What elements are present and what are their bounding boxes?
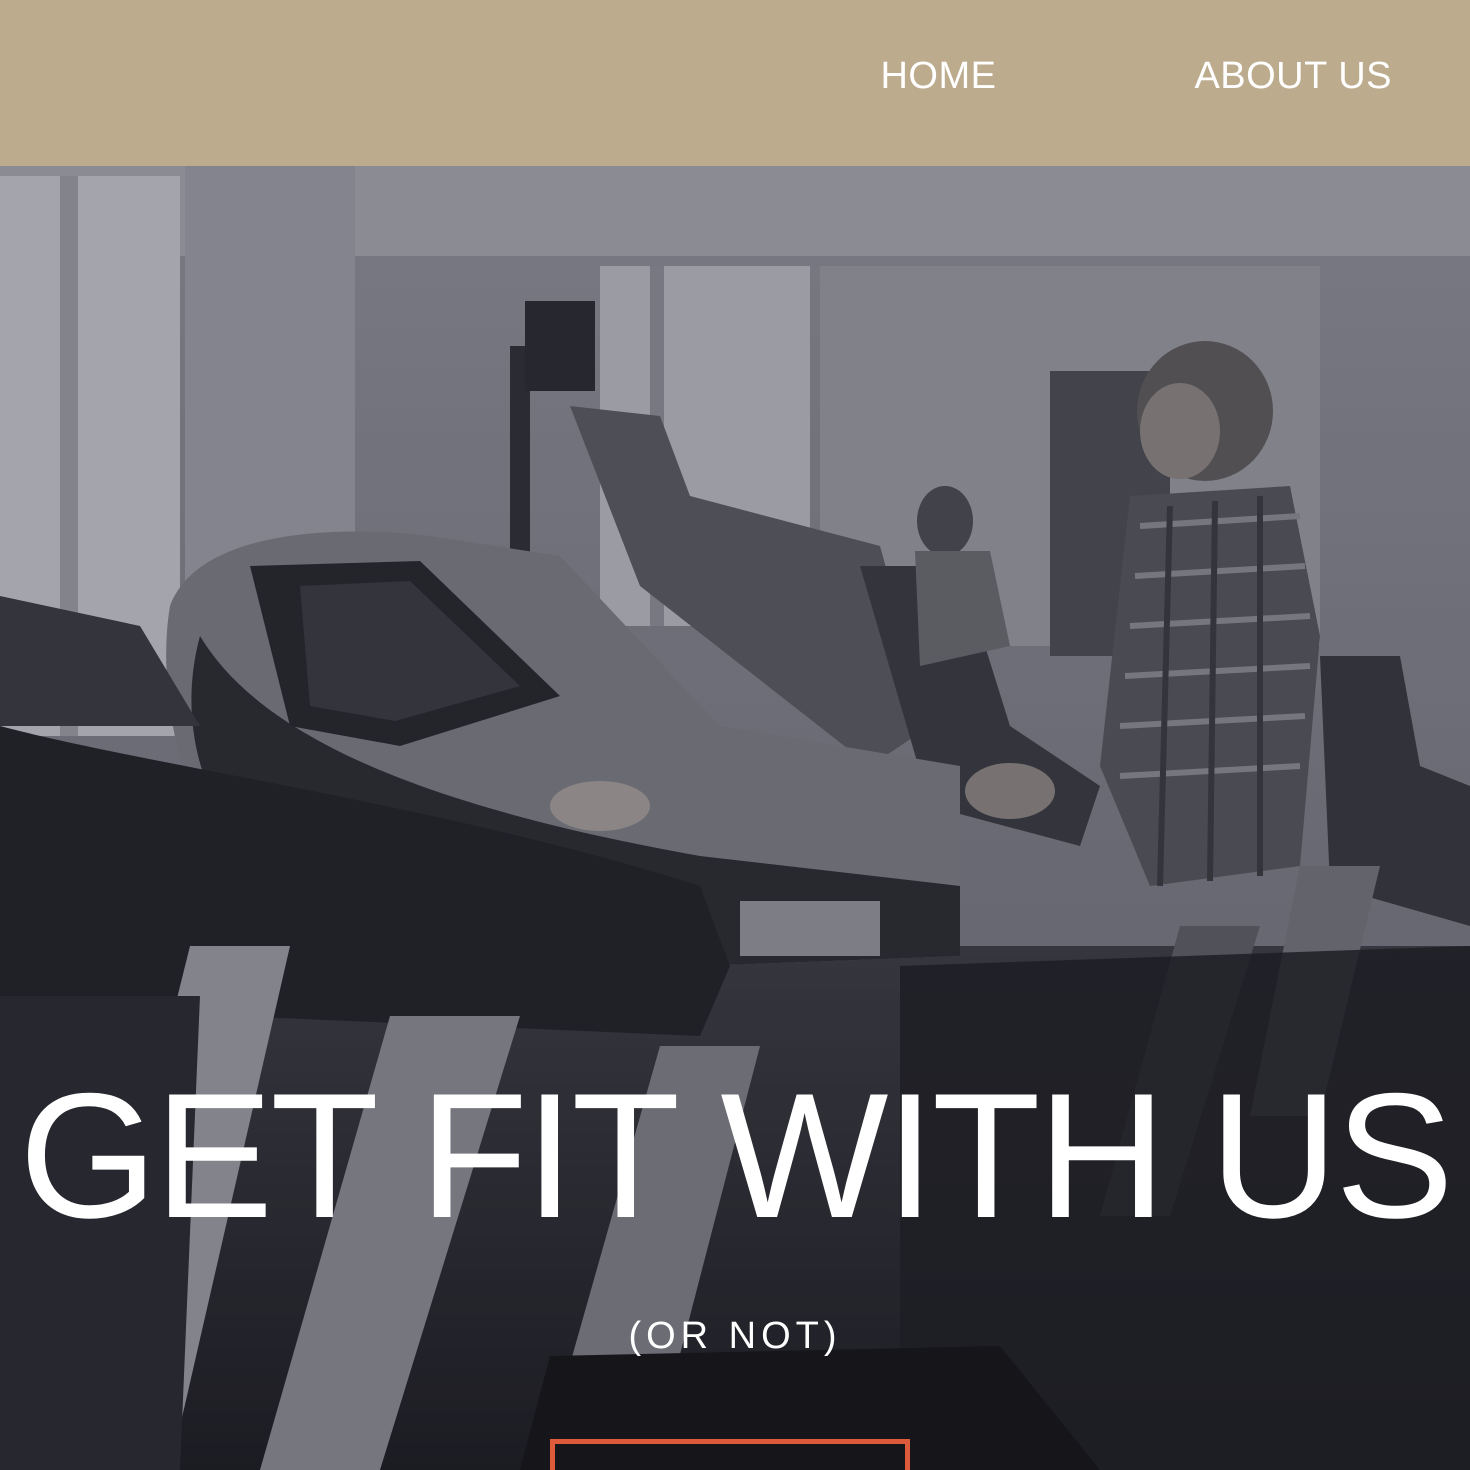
page: HOME ABOUT US GET FIT WITH US (OR NOT)	[0, 0, 1470, 1470]
hero-dark-overlay	[0, 166, 1470, 1470]
hero-title: GET FIT WITH US	[19, 1056, 1454, 1255]
nav-home-link[interactable]: HOME	[880, 52, 996, 100]
hero-cta-button[interactable]	[550, 1439, 910, 1470]
site-header: HOME ABOUT US	[0, 0, 1470, 166]
nav-about-us-link[interactable]: ABOUT US	[1194, 52, 1392, 100]
hero-section: GET FIT WITH US (OR NOT)	[0, 166, 1470, 1470]
main-nav: HOME ABOUT US	[880, 52, 1392, 100]
hero-subtitle: (OR NOT)	[628, 1315, 842, 1357]
